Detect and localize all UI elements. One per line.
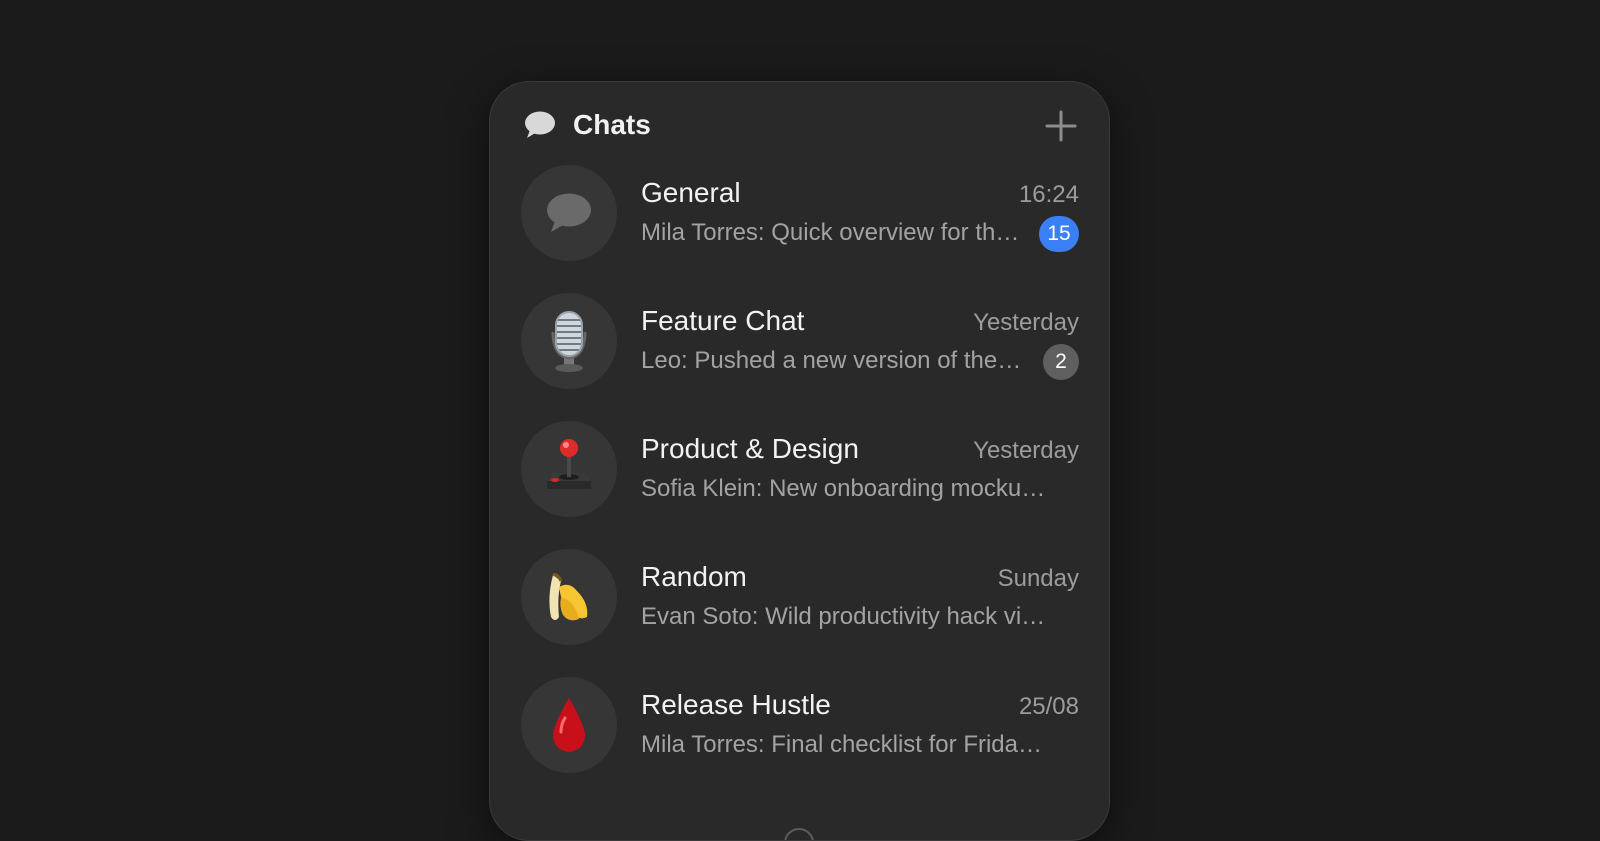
chats-panel: Chats General 16:24 Mila Torres: Quick o… (489, 81, 1110, 841)
page-title: Chats (573, 109, 651, 140)
chat-timestamp: Yesterday (973, 437, 1079, 464)
chat-preview: Mila Torres: Quick overview for the team… (641, 219, 1026, 246)
microphone-icon (551, 311, 587, 372)
banana-icon (549, 573, 588, 621)
chat-timestamp: 25/08 (1018, 693, 1079, 720)
avatar (521, 293, 617, 389)
chat-list: General 16:24 Mila Torres: Quick overvie… (490, 164, 1109, 804)
chat-timestamp: Yesterday (973, 309, 1079, 336)
chat-item-feature-chat[interactable]: Feature Chat Yesterday Leo: Pushed a new… (490, 292, 1109, 420)
avatar (521, 165, 617, 261)
avatar (521, 421, 617, 517)
chat-name: Random (641, 561, 747, 592)
unread-badge: 2 (1043, 344, 1079, 380)
chat-item-release-hustle[interactable]: Release Hustle 25/08 Mila Torres: Final … (490, 676, 1109, 804)
unread-badge: 15 (1039, 216, 1079, 252)
chats-header: Chats (490, 82, 1109, 170)
chat-item-random[interactable]: Random Sunday Evan Soto: Wild productivi… (490, 548, 1109, 676)
chat-name: Release Hustle (641, 689, 831, 720)
chat-name: General (641, 177, 741, 208)
chat-bubble-icon (547, 193, 591, 232)
chat-bubble-icon (525, 111, 555, 138)
chat-timestamp: Sunday (997, 565, 1079, 592)
chat-name: Product & Design (641, 433, 859, 464)
avatar (521, 549, 617, 645)
new-chat-button[interactable] (1043, 108, 1079, 144)
joystick-icon (547, 439, 591, 489)
chat-item-general[interactable]: General 16:24 Mila Torres: Quick overvie… (490, 164, 1109, 292)
scroll-indicator (783, 828, 814, 840)
chat-item-product-design[interactable]: Product & Design Yesterday Sofia Klein: … (490, 420, 1109, 548)
chat-preview: Sofia Klein: New onboarding mockups are … (641, 475, 1053, 502)
chat-timestamp: 16:24 (1018, 181, 1079, 208)
drop-of-blood-icon (553, 698, 585, 752)
chat-preview: Evan Soto: Wild productivity hack video (641, 603, 1053, 630)
chat-name: Feature Chat (641, 305, 805, 336)
chat-preview: Leo: Pushed a new version of the feature… (641, 347, 1026, 374)
chat-preview: Mila Torres: Final checklist for Friday’… (641, 731, 1053, 758)
plus-icon (1045, 110, 1077, 142)
avatar (521, 677, 617, 773)
